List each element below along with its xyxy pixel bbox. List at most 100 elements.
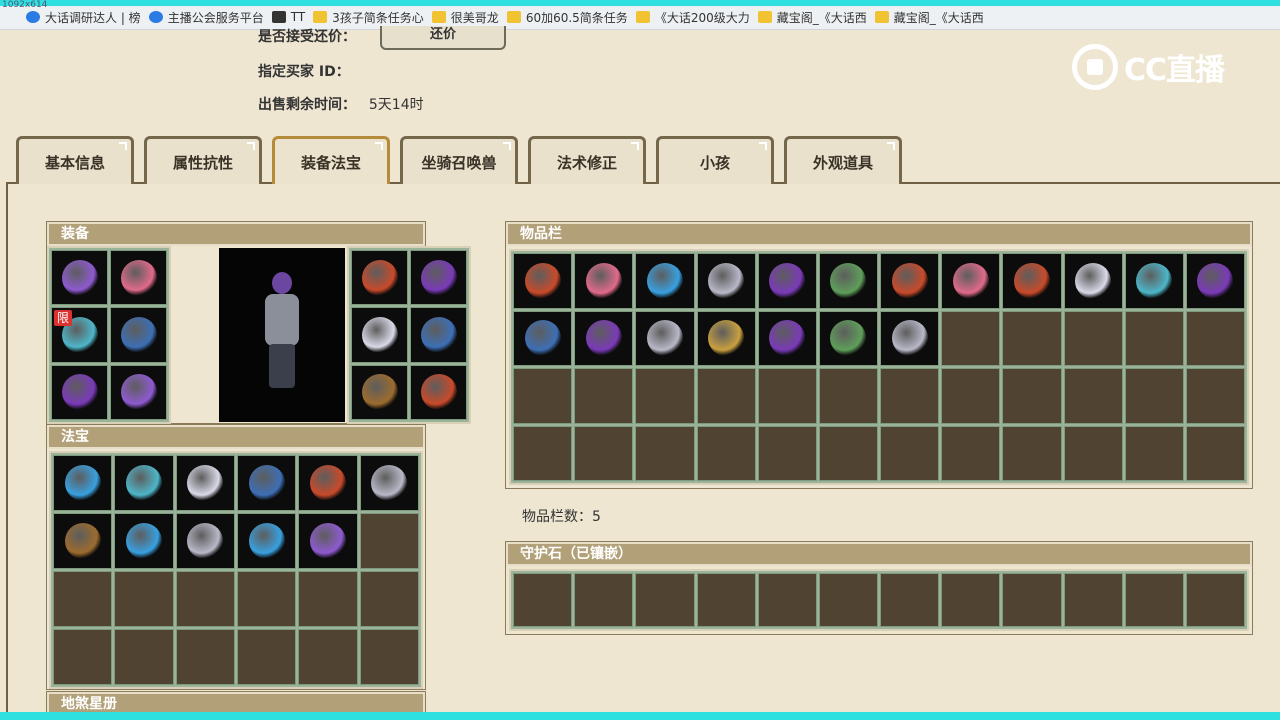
guard-stone-slot-empty[interactable] bbox=[574, 573, 634, 627]
tab-3[interactable]: 坐骑召唤兽 bbox=[400, 136, 518, 184]
guard-stone-slot-empty[interactable] bbox=[1185, 573, 1245, 627]
treasure-slot-empty[interactable] bbox=[298, 571, 358, 627]
guard-stone-slot-empty[interactable] bbox=[941, 573, 1001, 627]
guard-stone-slot-empty[interactable] bbox=[1063, 573, 1123, 627]
treasure-slot-empty[interactable] bbox=[175, 571, 235, 627]
bookmark-item[interactable]: 藏宝阁_《大话西 bbox=[757, 8, 867, 26]
inventory-slot-empty[interactable] bbox=[1002, 368, 1062, 424]
treasure-slot-filled[interactable] bbox=[53, 455, 113, 511]
treasure-slot-empty[interactable] bbox=[359, 629, 419, 685]
inventory-slot-empty[interactable] bbox=[635, 425, 695, 481]
guard-stone-slot-empty[interactable] bbox=[757, 573, 817, 627]
inventory-slot-filled[interactable] bbox=[635, 253, 695, 309]
inventory-slot-empty[interactable] bbox=[696, 368, 756, 424]
inventory-slot-filled[interactable] bbox=[635, 310, 695, 366]
treasure-slot-filled[interactable] bbox=[236, 513, 297, 569]
equipment-slot-filled[interactable] bbox=[110, 250, 167, 306]
treasure-slot-empty[interactable] bbox=[236, 571, 297, 627]
treasure-slot-empty[interactable] bbox=[114, 629, 174, 685]
inventory-slot-empty[interactable] bbox=[1063, 310, 1123, 366]
equipment-slot-filled[interactable] bbox=[51, 364, 108, 420]
inventory-slot-filled[interactable] bbox=[574, 253, 634, 309]
inventory-slot-empty[interactable] bbox=[574, 368, 634, 424]
treasure-slot-empty[interactable] bbox=[175, 629, 235, 685]
treasure-slot-filled[interactable] bbox=[114, 513, 174, 569]
guard-stone-slot-empty[interactable] bbox=[513, 573, 573, 627]
inventory-slot-empty[interactable] bbox=[1002, 310, 1062, 366]
equipment-slot-filled[interactable] bbox=[351, 250, 408, 306]
inventory-slot-empty[interactable] bbox=[1063, 425, 1123, 481]
bookmark-item[interactable]: 3孩子简条任务心 bbox=[313, 8, 424, 26]
treasure-slot-empty[interactable] bbox=[114, 571, 174, 627]
bookmark-item[interactable]: 主播公会服务平台 bbox=[148, 8, 264, 26]
equipment-slot-filled[interactable] bbox=[110, 364, 167, 420]
tab-2[interactable]: 装备法宝 bbox=[272, 136, 390, 184]
equipment-slot-filled[interactable]: 限 bbox=[51, 307, 108, 363]
counter-offer-button[interactable]: 还价 bbox=[380, 26, 506, 50]
treasure-slot-filled[interactable] bbox=[298, 455, 358, 511]
inventory-slot-filled[interactable] bbox=[574, 310, 634, 366]
guard-stone-slot-empty[interactable] bbox=[696, 573, 756, 627]
inventory-slot-empty[interactable] bbox=[818, 425, 878, 481]
inventory-slot-empty[interactable] bbox=[1185, 310, 1245, 366]
guard-stone-slot-empty[interactable] bbox=[1124, 573, 1184, 627]
inventory-slot-empty[interactable] bbox=[1124, 425, 1184, 481]
treasure-slot-filled[interactable] bbox=[236, 455, 297, 511]
inventory-slot-empty[interactable] bbox=[1185, 368, 1245, 424]
bookmark-item[interactable]: 60加60.5简条任务 bbox=[506, 8, 628, 26]
equipment-slot-filled[interactable] bbox=[351, 364, 408, 420]
treasure-slot-empty[interactable] bbox=[53, 629, 113, 685]
treasure-slot-empty[interactable] bbox=[298, 629, 358, 685]
treasure-slot-filled[interactable] bbox=[114, 455, 174, 511]
inventory-slot-empty[interactable] bbox=[880, 425, 940, 481]
equipment-slot-filled[interactable] bbox=[410, 250, 467, 306]
equipment-slot-filled[interactable] bbox=[110, 307, 167, 363]
inventory-slot-empty[interactable] bbox=[1063, 368, 1123, 424]
bookmark-item[interactable]: 很美哥龙 bbox=[431, 8, 499, 26]
inventory-slot-filled[interactable] bbox=[757, 253, 817, 309]
inventory-slot-empty[interactable] bbox=[513, 425, 573, 481]
inventory-slot-filled[interactable] bbox=[1063, 253, 1123, 309]
equipment-slot-filled[interactable] bbox=[410, 307, 467, 363]
treasure-slot-filled[interactable] bbox=[175, 513, 235, 569]
equipment-slot-filled[interactable] bbox=[51, 250, 108, 306]
inventory-slot-empty[interactable] bbox=[635, 368, 695, 424]
inventory-slot-empty[interactable] bbox=[1124, 310, 1184, 366]
inventory-slot-filled[interactable] bbox=[1185, 253, 1245, 309]
inventory-slot-filled[interactable] bbox=[1002, 253, 1062, 309]
inventory-slot-empty[interactable] bbox=[757, 425, 817, 481]
bookmark-item[interactable]: 大话调研达人 | 榜 bbox=[26, 8, 141, 26]
inventory-slot-filled[interactable] bbox=[696, 310, 756, 366]
inventory-slot-empty[interactable] bbox=[757, 368, 817, 424]
inventory-slot-empty[interactable] bbox=[1185, 425, 1245, 481]
inventory-slot-filled[interactable] bbox=[818, 253, 878, 309]
inventory-slot-empty[interactable] bbox=[1124, 368, 1184, 424]
inventory-slot-empty[interactable] bbox=[818, 368, 878, 424]
inventory-slot-empty[interactable] bbox=[941, 425, 1001, 481]
inventory-slot-filled[interactable] bbox=[696, 253, 756, 309]
tab-6[interactable]: 外观道具 bbox=[784, 136, 902, 184]
treasure-slot-empty[interactable] bbox=[359, 513, 419, 569]
inventory-slot-empty[interactable] bbox=[880, 368, 940, 424]
equipment-slot-filled[interactable] bbox=[351, 307, 408, 363]
guard-stone-slot-empty[interactable] bbox=[818, 573, 878, 627]
equipment-slot-filled[interactable] bbox=[410, 364, 467, 420]
inventory-slot-empty[interactable] bbox=[1002, 425, 1062, 481]
inventory-slot-empty[interactable] bbox=[696, 425, 756, 481]
bookmark-item[interactable]: 《大话200级大力 bbox=[635, 8, 750, 26]
tab-1[interactable]: 属性抗性 bbox=[144, 136, 262, 184]
inventory-slot-filled[interactable] bbox=[880, 253, 940, 309]
inventory-slot-filled[interactable] bbox=[818, 310, 878, 366]
inventory-slot-empty[interactable] bbox=[941, 310, 1001, 366]
treasure-slot-filled[interactable] bbox=[359, 455, 419, 511]
guard-stone-slot-empty[interactable] bbox=[880, 573, 940, 627]
inventory-slot-empty[interactable] bbox=[941, 368, 1001, 424]
inventory-slot-filled[interactable] bbox=[1124, 253, 1184, 309]
treasure-slot-empty[interactable] bbox=[53, 571, 113, 627]
tab-5[interactable]: 小孩 bbox=[656, 136, 774, 184]
tab-0[interactable]: 基本信息 bbox=[16, 136, 134, 184]
inventory-slot-filled[interactable] bbox=[513, 253, 573, 309]
treasure-slot-empty[interactable] bbox=[359, 571, 419, 627]
bookmark-item[interactable]: TT bbox=[271, 8, 305, 26]
guard-stone-slot-empty[interactable] bbox=[635, 573, 695, 627]
